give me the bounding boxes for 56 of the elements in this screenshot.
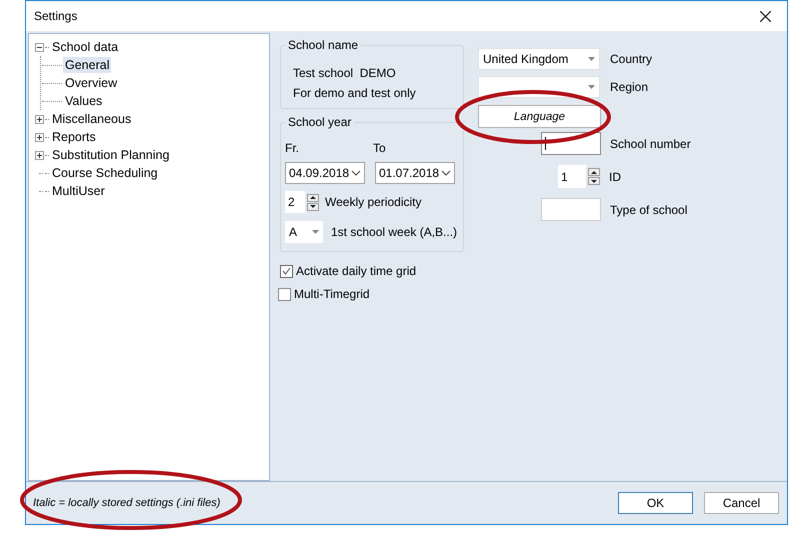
- chevron-down-icon: [351, 170, 361, 176]
- expand-icon[interactable]: [35, 150, 44, 160]
- field-label: Country: [610, 52, 652, 66]
- tree-item[interactable]: Substitution Planning: [50, 147, 172, 163]
- to-label: To: [373, 141, 386, 155]
- tree-item[interactable]: MultiUser: [50, 183, 107, 199]
- checkbox-label: Activate daily time grid: [296, 264, 416, 278]
- field-label: 1st school week (A,B...): [331, 225, 458, 239]
- field-label: School number: [610, 136, 691, 150]
- id-field[interactable]: 1: [558, 165, 586, 188]
- close-icon: [760, 10, 770, 22]
- group-legend: School name: [285, 38, 362, 52]
- checkbox-label: Multi-Timegrid: [294, 287, 370, 301]
- cancel-button[interactable]: Cancel: [704, 492, 779, 514]
- footer-note: Italic = locally stored settings (.ini files): [33, 497, 220, 509]
- date-picker[interactable]: 04.09.2018: [285, 162, 365, 184]
- number-field[interactable]: 2: [285, 191, 305, 213]
- field-label: ID: [609, 170, 621, 184]
- caret-icon: [312, 230, 319, 234]
- tree-item[interactable]: General: [63, 57, 112, 73]
- caret-icon: [588, 57, 595, 61]
- week-dropdown[interactable]: A: [285, 221, 323, 243]
- checkbox[interactable]: [278, 288, 291, 300]
- field-label: Type of school: [610, 202, 688, 216]
- arrow-up-icon: [310, 196, 316, 199]
- date-picker[interactable]: 01.07.2018: [375, 162, 455, 184]
- expand-icon[interactable]: [35, 132, 44, 142]
- tree-item[interactable]: Values: [63, 93, 104, 109]
- group-legend: School year: [285, 115, 354, 129]
- checkbox[interactable]: [280, 264, 293, 278]
- spin-down-button[interactable]: [588, 177, 600, 185]
- school-name-text: Test school DEMO: [293, 66, 397, 80]
- arrow-down-icon: [591, 180, 597, 182]
- collapse-icon[interactable]: [35, 42, 44, 52]
- arrow-down-icon: [310, 205, 316, 208]
- field-label: Region: [610, 80, 648, 94]
- arrow-up-icon: [591, 170, 597, 174]
- expand-icon[interactable]: [35, 114, 44, 124]
- spin-up-button[interactable]: [307, 194, 319, 202]
- country-dropdown[interactable]: United Kingdom: [478, 48, 600, 70]
- tree-item[interactable]: Overview: [63, 75, 120, 91]
- tree-item[interactable]: Miscellaneous: [50, 111, 134, 127]
- ok-button[interactable]: OK: [618, 492, 693, 514]
- chevron-down-icon: [441, 170, 451, 176]
- field-label: Weekly periodicity: [325, 195, 422, 209]
- tree-item[interactable]: Reports: [50, 129, 98, 145]
- window-title: Settings: [34, 9, 78, 23]
- school-name-text: For demo and test only: [293, 86, 417, 100]
- type-of-school-field[interactable]: [541, 198, 601, 221]
- language-button[interactable]: Language: [478, 105, 601, 128]
- from-label: Fr.: [285, 141, 300, 155]
- spin-up-button[interactable]: [588, 168, 600, 176]
- tree-item[interactable]: School data: [50, 39, 120, 55]
- tree-item[interactable]: Course Scheduling: [50, 165, 160, 181]
- caret-icon: [588, 85, 595, 89]
- spin-down-button[interactable]: [307, 202, 319, 210]
